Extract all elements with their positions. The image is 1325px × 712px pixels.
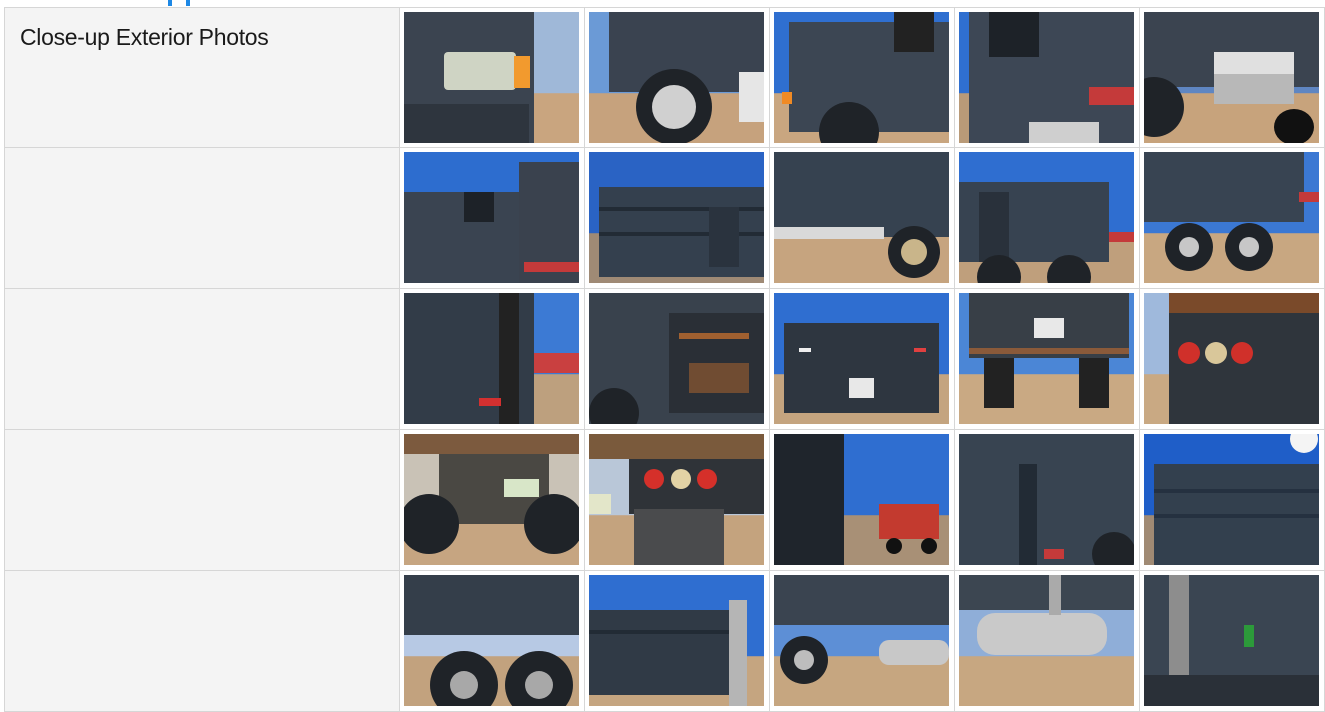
photo-cell [585, 148, 770, 289]
photo-thumbnail-bed-rear-wheels[interactable] [774, 152, 949, 283]
photo-thumbnail-tailgate-hinge[interactable] [404, 293, 579, 424]
photo-cell [400, 571, 585, 712]
photo-cell [1140, 148, 1325, 289]
photo-thumbnail-door[interactable] [959, 12, 1134, 143]
photo-thumbnail-lights-plate[interactable] [589, 434, 764, 565]
row-label-cell: Close-up Exterior Photos [4, 7, 400, 148]
photo-thumbnail-fuel-tank[interactable] [959, 575, 1134, 706]
accent-mark [168, 0, 172, 6]
row-label-cell [4, 430, 400, 571]
photo-thumbnail-rusty-corner[interactable] [589, 293, 764, 424]
photo-thumbnail-rear-tires[interactable] [404, 575, 579, 706]
photo-cell [955, 7, 1140, 148]
photo-thumbnail-tail-lights[interactable] [1144, 293, 1319, 424]
photo-thumbnail-cab-rear[interactable] [1144, 575, 1319, 706]
photo-cell [400, 289, 585, 430]
photo-cell [955, 571, 1140, 712]
photo-cell [400, 7, 585, 148]
photo-cell [1140, 430, 1325, 571]
row-label-cell [4, 148, 400, 289]
photo-thumbnail-bed-stack[interactable] [589, 575, 764, 706]
photo-thumbnail-side-atv[interactable] [774, 434, 949, 565]
photo-thumbnail-cab-mirror[interactable] [404, 152, 579, 283]
photo-cell [585, 7, 770, 148]
photo-cell [1140, 571, 1325, 712]
photo-thumbnail-fuel-step[interactable] [1144, 12, 1319, 143]
photo-cell [770, 7, 955, 148]
photo-cell [585, 430, 770, 571]
photo-cell [585, 571, 770, 712]
photo-thumbnail-dump-bed[interactable] [589, 152, 764, 283]
row-label-cell [4, 571, 400, 712]
photo-cell [1140, 289, 1325, 430]
photo-thumbnail-cab-side[interactable] [774, 12, 949, 143]
photo-cell [400, 148, 585, 289]
photo-thumbnail-front-wheel[interactable] [589, 12, 764, 143]
photo-cell [1140, 7, 1325, 148]
photo-thumbnail-headlight[interactable] [404, 12, 579, 143]
photo-thumbnail-hitch-plate[interactable] [404, 434, 579, 565]
photo-cell [770, 571, 955, 712]
photo-cell [585, 289, 770, 430]
photo-thumbnail-rear-view[interactable] [959, 293, 1134, 424]
photo-cell [770, 148, 955, 289]
accent-mark [186, 0, 190, 6]
photo-thumbnail-tailgate[interactable] [774, 293, 949, 424]
photo-cell [955, 289, 1140, 430]
top-accent-marks [166, 0, 192, 6]
photo-cell [400, 430, 585, 571]
photo-thumbnail-bed-hinge[interactable] [959, 434, 1134, 565]
photo-thumbnail-rear-axles[interactable] [1144, 152, 1319, 283]
photo-cell [955, 430, 1140, 571]
photo-cell [955, 148, 1140, 289]
photo-thumbnail-bed-sky[interactable] [1144, 434, 1319, 565]
photo-thumbnail-tank-wheel[interactable] [774, 575, 949, 706]
photo-thumbnail-bed-side[interactable] [959, 152, 1134, 283]
photo-cell [770, 289, 955, 430]
photo-cell [770, 430, 955, 571]
row-label-cell [4, 289, 400, 430]
section-title: Close-up Exterior Photos [20, 24, 269, 50]
photo-grid: Close-up Exterior Photos [4, 7, 1325, 712]
